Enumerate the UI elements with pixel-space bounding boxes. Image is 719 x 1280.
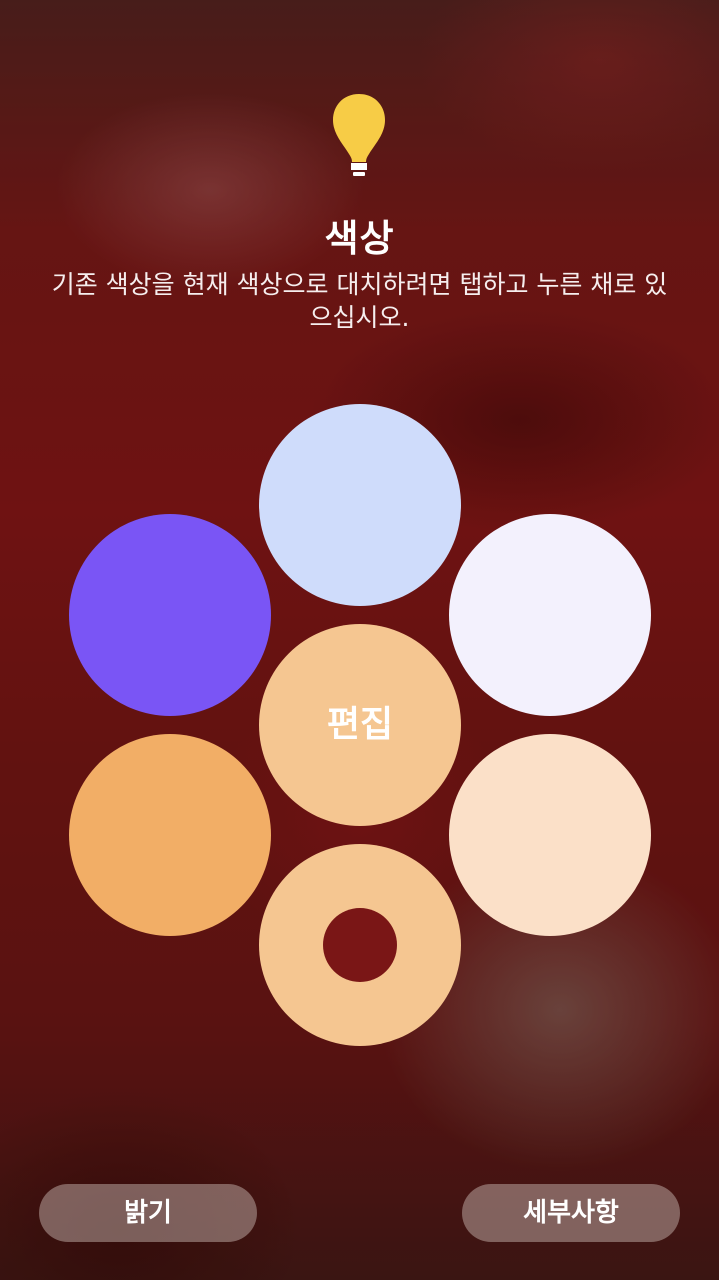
lightbulb-icon [333, 94, 385, 176]
ring-hole [323, 908, 397, 982]
edit-swatch[interactable]: 편집 [259, 624, 461, 826]
swatch-purple[interactable] [69, 514, 271, 716]
current-color-ring[interactable] [259, 844, 461, 1046]
instruction-text: 기존 색상을 현재 색상으로 대치하려면 탭하고 누른 채로 있으십시오. [51, 270, 668, 332]
swatch-lavender-white[interactable] [449, 514, 651, 716]
edit-label: 편집 [326, 704, 394, 745]
swatch-peach-light[interactable] [449, 734, 651, 936]
page-title: 색상 [324, 217, 395, 260]
details-button[interactable]: 세부사항 [462, 1184, 680, 1242]
swatch-orange[interactable] [69, 734, 271, 936]
brightness-button[interactable]: 밝기 [39, 1184, 257, 1242]
swatch-light-blue[interactable] [259, 404, 461, 606]
